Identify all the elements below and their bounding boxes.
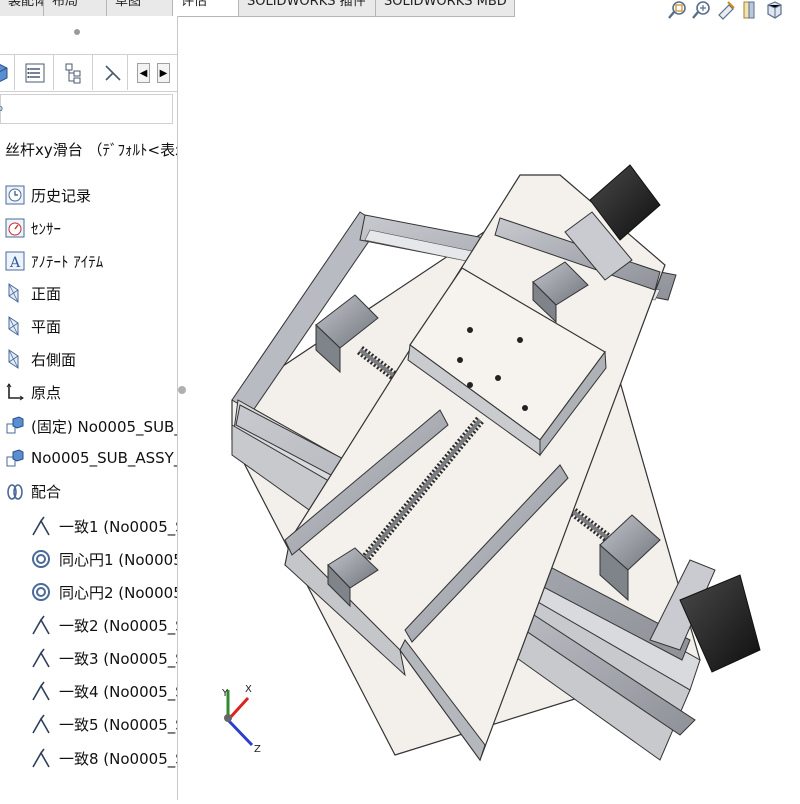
panel-drag-dot[interactable] [74,29,80,35]
coincident-icon [30,647,52,669]
tree-item-label: (固定) No0005_SUB_A [31,418,178,436]
tab-evaluate[interactable]: 评估 [173,0,239,16]
tree-item-label: No0005_SUB_ASSY_0 [31,449,178,467]
manager-tabs: ◀ ▶ [0,54,177,92]
mate-item-label: 一致3 (No0005_SU [59,650,177,668]
feature-manager-panel: ◀ ▶ ₚ 丝杆xy滑台 （ﾃﾞﾌｫﾙﾄ<表示状 历史记录 ｾﾝｻｰ A ｱﾉﾃｰﾄ … [0,16,178,800]
tab-configuration-manager[interactable] [54,55,93,90]
tabs-scroll-right-button[interactable]: ▶ [157,63,170,83]
tree-item-label: ｱﾉﾃｰﾄ ｱｲﾃﾑ [31,253,104,271]
coordinate-triad: Y X Z [221,684,261,755]
triad-y-label: Y [221,688,229,699]
tab-layout[interactable]: 布局 [44,0,107,16]
svg-text:A: A [9,255,21,271]
concentric-icon [30,548,52,570]
tree-item-label: 配合 [31,483,62,501]
tab-property-manager[interactable] [15,55,54,90]
tab-sketch[interactable]: 草图 [107,0,173,16]
history-icon [4,184,26,206]
plane-icon [4,348,26,370]
feature-tree-filter[interactable]: ₚ [0,94,173,124]
graphics-area[interactable]: Y X Z [179,16,800,800]
concentric-icon [30,581,52,603]
coincident-icon [30,747,52,769]
tab-assembly[interactable]: 装配体 [0,0,44,16]
plane-icon [4,282,26,304]
configuration-manager-icon [65,63,81,84]
plane-icon [4,315,26,337]
annotation-icon: A [4,250,26,272]
command-manager-tabs: 装配体 布局 草图 评估 SOLIDWORKS 插件 SOLIDWORKS MB… [0,0,515,17]
mate-item-label: 一致4 (No0005_SU [59,683,177,701]
tab-feature-manager[interactable] [0,55,15,90]
coincident-icon [30,713,52,735]
assembly-root[interactable]: 丝杆xy滑台 （ﾃﾞﾌｫﾙﾄ<表示状 [5,139,177,160]
tree-item-label: 正面 [31,285,62,303]
property-manager-icon [25,63,45,83]
mate-item-label: 同心円2 (No0005_ [59,584,178,602]
coincident-icon [30,614,52,636]
triad-x-label: X [245,684,252,695]
coincident-icon [30,680,52,702]
tree-item-label: 右側面 [31,351,77,369]
coincident-icon [30,515,52,537]
mate-item-label: 一致8 (No0005_SU [59,750,177,768]
tab-solidworks-addins[interactable]: SOLIDWORKS 插件 [239,0,376,16]
mate-item-label: 一致2 (No0005_SU [59,617,177,635]
tree-item-label: 历史记录 [31,187,92,205]
feature-manager-icon [0,63,8,83]
mate-item-label: 一致5 (No0005_SU [59,716,177,734]
tree-item-label: 原点 [31,384,62,402]
tab-solidworks-mbd[interactable]: SOLIDWORKS MBD [376,0,515,16]
xy-stage-model[interactable]: Y X Z [179,16,800,800]
mate-item-label: 一致1 (No0005_SU [59,518,177,536]
origin-icon [4,381,26,403]
tree-item-label: ｾﾝｻｰ [31,220,62,238]
triad-z-label: Z [254,744,261,755]
tabs-scroll-left-button[interactable]: ◀ [137,63,150,83]
subassembly-icon [4,448,26,470]
tab-dimxpert-manager[interactable] [93,55,128,90]
subassembly-icon [4,415,26,437]
mates-icon [4,480,26,502]
filter-icon: ₚ [0,97,3,115]
tree-item-label: 平面 [31,318,62,336]
mate-item-label: 同心円1 (No0005_ [59,551,178,569]
sensor-icon [4,217,26,239]
dimxpert-icon [105,65,121,81]
